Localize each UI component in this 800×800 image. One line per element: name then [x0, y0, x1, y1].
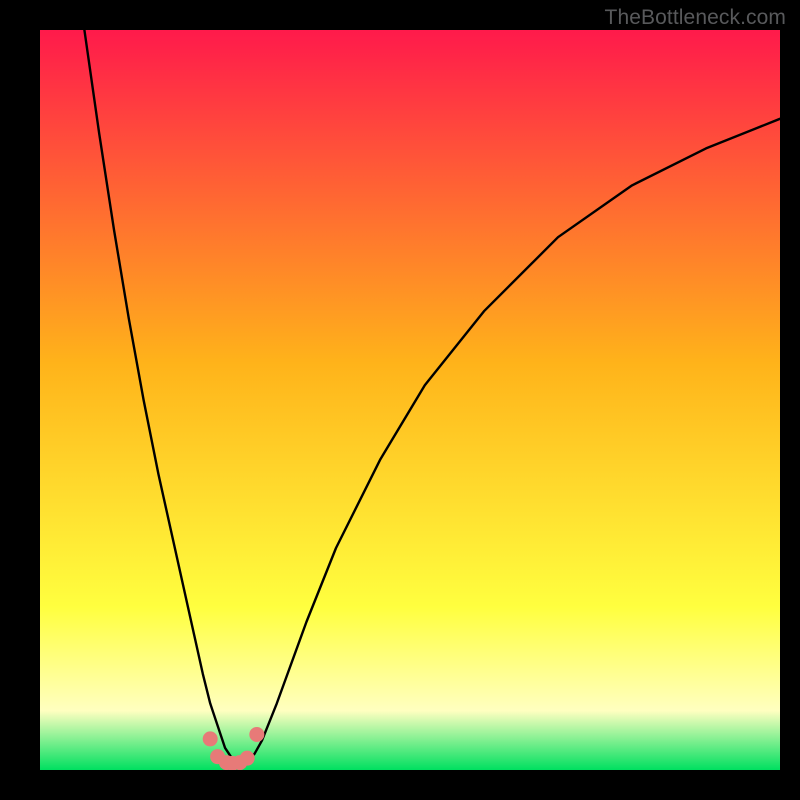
gradient-background: [40, 30, 780, 770]
plot-area: [40, 30, 780, 770]
chart-svg: [40, 30, 780, 770]
chart-frame: TheBottleneck.com: [0, 0, 800, 800]
curve-marker: [249, 727, 264, 742]
watermark-text: TheBottleneck.com: [605, 6, 786, 30]
curve-marker: [203, 731, 218, 746]
curve-marker: [240, 751, 255, 766]
